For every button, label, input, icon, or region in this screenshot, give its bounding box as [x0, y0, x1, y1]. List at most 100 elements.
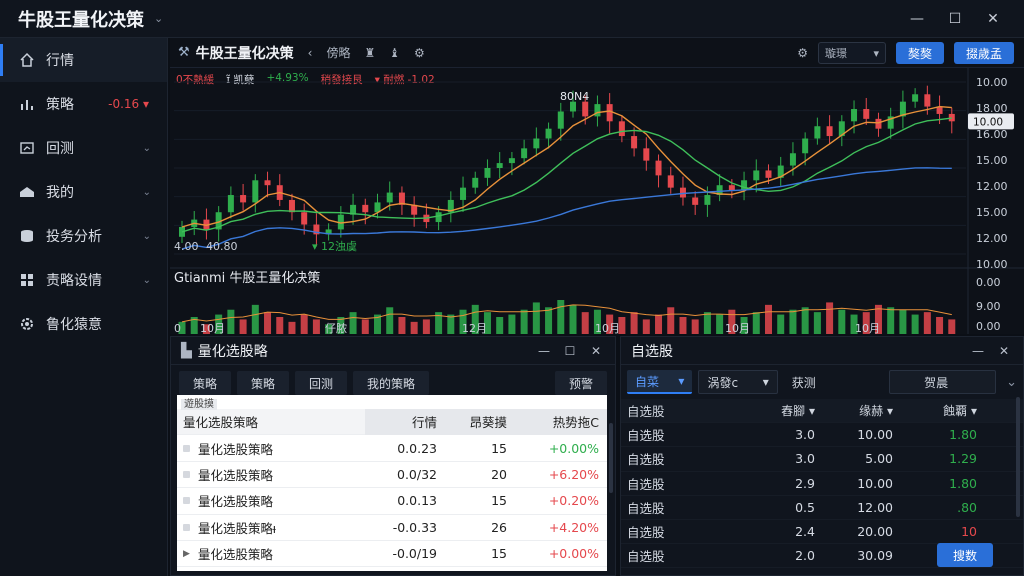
minimize-icon[interactable]: — — [965, 341, 991, 361]
tab-strategy-1[interactable]: 策略 — [179, 371, 232, 395]
stock-change: 1.80 — [949, 475, 977, 491]
sidebar-item-mine[interactable]: 我的 ⌄ — [0, 170, 167, 214]
watchlist-row[interactable]: 自选股 0.5 12.00 .80 — [621, 496, 1023, 520]
minimize-icon[interactable]: — — [531, 341, 557, 361]
secondary-button[interactable]: 掇歲孟 — [953, 42, 1014, 64]
column-header[interactable]: 行情 — [365, 408, 445, 435]
backtest-icon — [18, 139, 36, 157]
database-icon — [18, 227, 36, 245]
table-row[interactable]: ▶ 量化选股策略 -0.0/19 15 +0.00% — [177, 541, 607, 568]
close-button[interactable]: ✕ — [974, 0, 1012, 38]
tab-test[interactable]: 获测 — [784, 370, 863, 394]
watchlist-row[interactable]: 自选股 2.4 20.00 10 — [621, 520, 1023, 545]
volume-bar — [422, 319, 430, 334]
tab-my-strategy[interactable]: 我的策略 — [353, 371, 430, 395]
search-select[interactable]: 贺晨 — [889, 370, 997, 394]
volume-bar — [789, 309, 797, 334]
tab-label: 涡發ᴄ — [707, 375, 739, 390]
stock-value: 2.9 — [795, 475, 815, 491]
table-row[interactable]: 量化选股策略 0.0.13 15 +0.20% — [177, 488, 607, 515]
tool-icon[interactable]: ♜ — [364, 46, 375, 60]
volume-bar — [765, 304, 772, 334]
maximize-icon[interactable]: ☐ — [557, 341, 583, 361]
close-icon[interactable]: ✕ — [583, 341, 609, 361]
toolbar-strategy-item[interactable]: 傍略 — [326, 44, 350, 61]
candle-body — [667, 175, 674, 188]
column-header[interactable]: 舂腳 ▾ — [751, 402, 819, 419]
grid-icon — [18, 271, 36, 289]
search-button[interactable]: 搜数 — [936, 543, 993, 567]
volume-bar — [887, 307, 895, 334]
sidebar-item-market[interactable]: 行情 — [0, 38, 167, 82]
volume-bar — [899, 309, 907, 334]
sidebar-item-strategy-detail[interactable]: 责略设情 ⌄ — [0, 258, 167, 302]
minimize-button[interactable]: — — [898, 0, 936, 38]
stock-name: 自选股 — [627, 476, 665, 492]
scrollbar[interactable] — [1016, 397, 1020, 517]
stock-name: 自选股 — [627, 500, 665, 516]
column-header[interactable]: 量化选股策略 — [177, 412, 365, 431]
candle-body — [741, 180, 748, 191]
tab-backtest[interactable]: 回测 — [295, 371, 348, 395]
table-header-row: 量化选股策略 行情 昂葵摸 热势拖C — [177, 408, 607, 436]
column-header[interactable]: 热势拖C — [515, 408, 607, 435]
sidebar-item-label: 鲁化猿意 — [46, 317, 102, 333]
chevron-down-icon: ⌄ — [142, 274, 151, 286]
chevron-down-icon: ⌄ — [142, 186, 151, 198]
sidebar-item-strategy[interactable]: 策略 -0.16 ▾ — [0, 82, 167, 126]
strategy-change-value: -0.16 ▾ — [108, 97, 149, 111]
tool-icon[interactable]: ♝ — [389, 46, 400, 60]
watchlist-header-row: 自选股 舂腳 ▾ 缘赫 ▾ 蝕覇 ▾ — [621, 399, 1023, 424]
tab-filter-select[interactable]: 涡發ᴄ ▾ — [698, 370, 778, 394]
table-row[interactable]: 量化选股策略ᵼ -0.0.33 26 +4.20% — [177, 515, 607, 541]
volume-bar — [300, 314, 308, 334]
candle-body — [264, 180, 271, 186]
row-marker — [183, 444, 190, 452]
sidebar-item-backtest[interactable]: 回测 ⌄ — [0, 126, 167, 170]
y-tick-label: 18.00 — [976, 102, 1008, 115]
chevron-left-icon[interactable]: ‹ — [308, 46, 313, 60]
table-caption: 遊股摸 — [177, 395, 607, 410]
watchlist-row[interactable]: 自选股 3.0 10.00 1.80 — [621, 423, 1023, 448]
tab-watchlist[interactable]: 自菜 ▾ — [627, 370, 693, 394]
sidebar-item-analysis[interactable]: 投务分析 ⌄ — [0, 214, 167, 258]
stock-change: 10 — [961, 524, 977, 540]
settings-gear-icon[interactable]: ⚙ — [797, 46, 808, 60]
period-select[interactable]: 璇璟 ▾ — [817, 42, 886, 64]
column-header[interactable]: 蝕覇 ▾ — [901, 402, 991, 419]
primary-button[interactable]: 獒獒 — [895, 42, 944, 64]
watchlist-row[interactable]: 自选股 3.0 5.00 1.29 — [621, 447, 1023, 472]
scrollbar[interactable] — [609, 423, 613, 493]
tab-alert[interactable]: 预警 — [554, 371, 607, 395]
caret-right-icon[interactable]: ▶ — [183, 549, 190, 559]
chevron-down-icon: ▾ — [873, 46, 879, 60]
table-row[interactable]: 量化选股策略 0.0.23 15 +0.00% — [177, 435, 607, 462]
column-header-label: 蝕覇 — [943, 404, 968, 419]
x-tick-label: 10月 — [725, 322, 750, 334]
tab-strategy-2[interactable]: 策略 — [237, 371, 290, 395]
row-marker — [183, 470, 190, 478]
volume-bar — [630, 312, 638, 334]
close-icon[interactable]: ✕ — [991, 341, 1017, 361]
chevron-down-icon[interactable]: ⌄ — [154, 12, 163, 25]
watchlist-row[interactable]: 自选股 2.9 10.00 1.80 — [621, 472, 1023, 496]
sidebar-item-settings[interactable]: 鲁化猿意 — [0, 302, 167, 346]
stock-value: 5.00 — [865, 451, 893, 467]
row-name-cell: 量化选股策略 — [177, 465, 365, 484]
candle-body — [227, 195, 234, 213]
chart-toolbar-right: ⚙ 璇璟 ▾ 獒獒 掇歲孟 — [783, 42, 1014, 64]
column-header[interactable]: 缘赫 ▾ — [819, 402, 901, 419]
sidebar: 行情 策略 -0.16 ▾ 回测 ⌄ 我的 ⌄ 投务分析 ⌄ 责略设情 ⌄ 鲁化… — [0, 38, 168, 576]
column-header[interactable]: 自选股 — [621, 401, 751, 420]
gear-icon[interactable]: ⚙ — [414, 46, 425, 60]
column-header[interactable]: 昂葵摸 — [445, 408, 515, 435]
volume-bar — [532, 302, 540, 334]
sidebar-item-label: 责略设情 — [46, 273, 102, 289]
maximize-button[interactable]: ☐ — [936, 0, 974, 38]
table-row[interactable]: 量化选股策略 0.0/32 20 +6.20% — [177, 462, 607, 489]
candlestick-chart[interactable]: 10.0018.0016.0015.0012.0015.0012.0010.00… — [170, 68, 1024, 334]
logo-icon: ⚒ — [178, 45, 190, 60]
sidebar-item-label: 回测 — [46, 141, 74, 157]
chevron-down-icon[interactable]: ⌄ — [1006, 375, 1017, 390]
y-tick-label: 15.00 — [976, 206, 1008, 219]
